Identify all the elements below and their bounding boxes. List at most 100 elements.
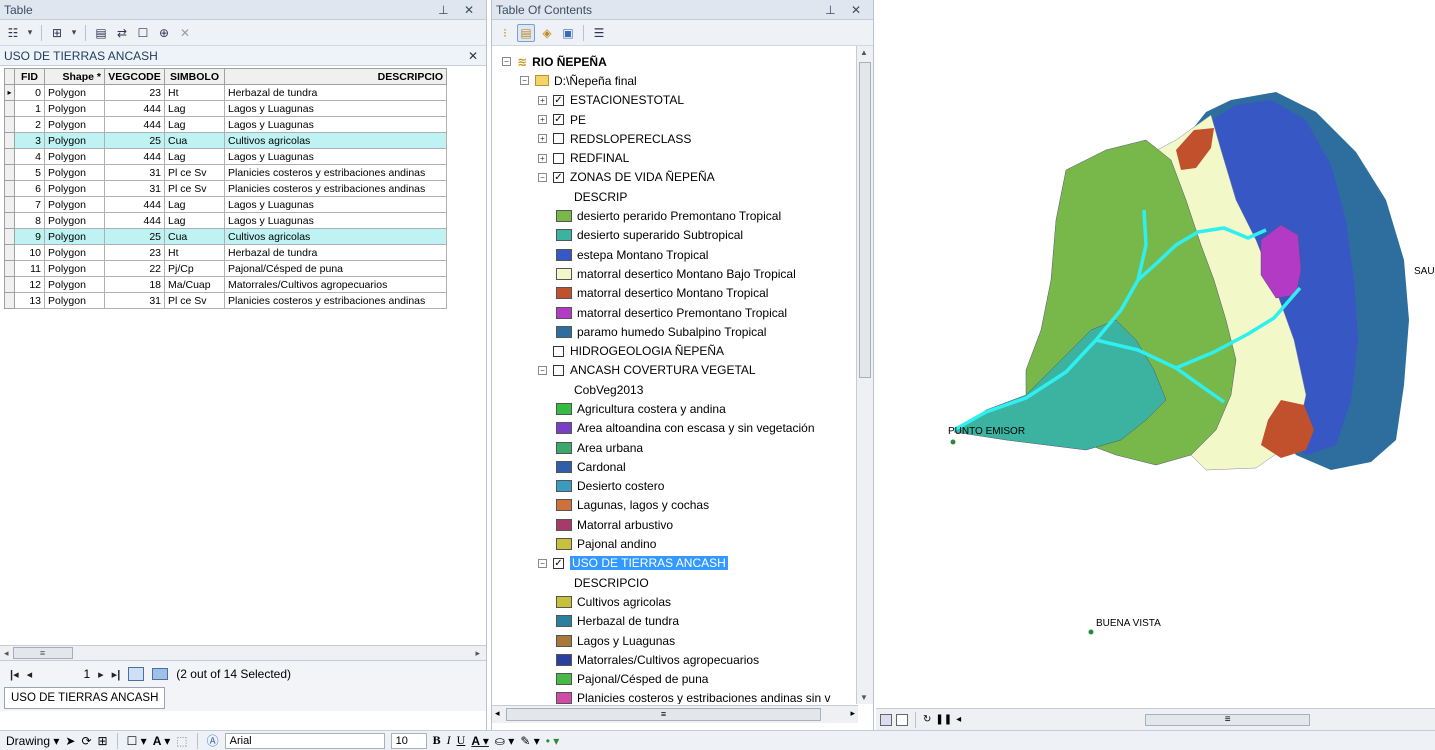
column-header-descripcio[interactable]: DESCRIPCIO <box>224 68 447 85</box>
toc-layer-item[interactable]: − ≋ RIO ÑEPEÑA <box>492 52 858 71</box>
cell-vegcode[interactable]: 25 <box>104 132 165 149</box>
cell-descripcio[interactable]: Planicies costeros y estribaciones andin… <box>224 180 447 197</box>
column-header-fid[interactable]: FID <box>14 68 45 85</box>
toc-layer-item[interactable]: + REDFINAL <box>492 148 858 167</box>
column-header-shape[interactable]: Shape * <box>44 68 105 85</box>
cell-shape[interactable]: Polygon <box>44 164 105 181</box>
cell-descripcio[interactable]: Lagos y Luagunas <box>224 212 447 229</box>
cell-vegcode[interactable]: 444 <box>104 148 165 165</box>
clear-selection-icon[interactable]: ☐ <box>134 24 152 42</box>
toc-label[interactable]: Planicies costeros y estribaciones andin… <box>577 691 830 704</box>
toc-label[interactable]: Agricultura costera y andina <box>577 402 726 416</box>
toc-label[interactable]: matorral desertico Montano Bajo Tropical <box>577 267 796 281</box>
cell-descripcio[interactable]: Lagos y Luagunas <box>224 148 447 165</box>
row-selector[interactable] <box>4 180 15 197</box>
cell-simbolo[interactable]: Pl ce Sv <box>164 180 225 197</box>
toc-label[interactable]: ANCASH COVERTURA VEGETAL <box>570 363 756 377</box>
table-row[interactable]: 3 Polygon 25 Cua Cultivos agricolas <box>4 132 447 149</box>
table-horizontal-scrollbar[interactable]: ◂ ≡ ▸ <box>0 645 486 661</box>
cell-shape[interactable]: Polygon <box>44 276 105 293</box>
cell-fid[interactable]: 4 <box>14 148 45 165</box>
expand-icon[interactable]: + <box>538 153 547 163</box>
switch-selection-icon[interactable]: ⇄ <box>113 24 131 42</box>
layer-visibility-checkbox[interactable]: ✓ <box>553 94 564 106</box>
last-record-button[interactable]: ▸| <box>112 668 121 681</box>
legend-class-item[interactable]: desierto superarido Subtropical <box>492 226 858 245</box>
pause-drawing-icon[interactable]: ❚❚ <box>935 714 952 725</box>
collapse-icon[interactable]: − <box>538 365 547 375</box>
list-by-source-icon[interactable]: ▤ <box>517 23 535 42</box>
cell-descripcio[interactable]: Lagos y Luagunas <box>224 100 447 117</box>
font-color-icon[interactable]: A ▾ <box>471 734 489 748</box>
table-row[interactable]: 2 Polygon 444 Lag Lagos y Luagunas <box>4 116 447 133</box>
marker-color-icon[interactable]: • ▾ <box>546 734 560 748</box>
toc-label[interactable]: Lagos y Luagunas <box>577 634 675 648</box>
cell-fid[interactable]: 6 <box>14 180 45 197</box>
toc-layer-item[interactable]: − ✓ USO DE TIERRAS ANCASH <box>492 554 858 573</box>
toc-label[interactable]: PE <box>570 113 586 127</box>
cell-shape[interactable]: Polygon <box>44 116 105 133</box>
cell-descripcio[interactable]: Matorrales/Cultivos agropecuarios <box>224 276 447 293</box>
cell-vegcode[interactable]: 25 <box>104 228 165 245</box>
toc-label[interactable]: matorral desertico Premontano Tropical <box>577 306 787 320</box>
toc-layer-item[interactable]: + ✓ PE <box>492 110 858 129</box>
toc-label[interactable]: matorral desertico Montano Tropical <box>577 286 768 300</box>
new-text-icon[interactable]: A ▾ <box>153 734 171 748</box>
toc-label[interactable]: D:\Ñepeña final <box>554 74 637 88</box>
close-icon[interactable]: ✕ <box>464 3 480 17</box>
cell-shape[interactable]: Polygon <box>44 260 105 277</box>
legend-class-item[interactable]: Area altoandina con escasa y sin vegetac… <box>492 419 858 438</box>
cell-fid[interactable]: 12 <box>14 276 45 293</box>
toc-label[interactable]: Matorral arbustivo <box>577 518 673 532</box>
toc-label[interactable]: USO DE TIERRAS ANCASH <box>570 556 728 571</box>
layer-visibility-checkbox[interactable]: ✓ <box>553 114 564 126</box>
cell-shape[interactable]: Polygon <box>44 196 105 213</box>
font-select[interactable]: Arial <box>224 732 385 749</box>
underline-button[interactable]: U <box>457 733 466 748</box>
row-selector[interactable] <box>4 212 15 229</box>
cell-vegcode[interactable]: 23 <box>104 84 165 101</box>
cell-vegcode[interactable]: 22 <box>104 260 165 277</box>
cell-shape[interactable]: Polygon <box>44 84 105 101</box>
cell-vegcode[interactable]: 444 <box>104 100 165 117</box>
legend-class-item[interactable]: Agricultura costera y andina <box>492 399 858 418</box>
legend-class-item[interactable]: Lagunas, lagos y cochas <box>492 496 858 515</box>
list-by-drawing-order-icon[interactable]: ⁝ <box>496 24 514 42</box>
list-by-selection-icon[interactable]: ▣ <box>559 24 577 42</box>
legend-class-item[interactable]: Desierto costero <box>492 477 858 496</box>
cell-descripcio[interactable]: Herbazal de tundra <box>224 84 447 101</box>
toc-label[interactable]: Cultivos agricolas <box>577 595 671 609</box>
data-view-icon[interactable] <box>880 713 892 726</box>
close-icon[interactable]: ✕ <box>851 3 867 17</box>
cell-fid[interactable]: 7 <box>14 196 45 213</box>
cell-descripcio[interactable]: Planicies costeros y estribaciones andin… <box>224 164 447 181</box>
legend-class-item[interactable]: Matorral arbustivo <box>492 515 858 534</box>
cell-fid[interactable]: 2 <box>14 116 45 133</box>
map-horizontal-scrollbar[interactable]: ≡ <box>1145 713 1311 726</box>
cell-fid[interactable]: 0 <box>14 84 45 101</box>
toc-label[interactable]: Herbazal de tundra <box>577 614 679 628</box>
table-options-icon[interactable]: ☷ <box>4 24 22 42</box>
pin-icon[interactable]: ⊥ <box>438 3 454 17</box>
row-selector[interactable] <box>4 132 15 149</box>
expand-icon[interactable]: + <box>538 115 547 125</box>
chevron-down-icon[interactable]: ▾ <box>69 24 79 42</box>
cell-fid[interactable]: 9 <box>14 228 45 245</box>
legend-class-item[interactable]: Cardonal <box>492 457 858 476</box>
toc-layer-item[interactable]: + ✓ ESTACIONESTOTAL <box>492 91 858 110</box>
cell-simbolo[interactable]: Lag <box>164 116 225 133</box>
cell-fid[interactable]: 11 <box>14 260 45 277</box>
fill-color-icon[interactable]: ⛀ ▾ <box>495 734 514 748</box>
cell-simbolo[interactable]: Cua <box>164 228 225 245</box>
legend-class-item[interactable]: estepa Montano Tropical <box>492 245 858 264</box>
toc-label[interactable]: ESTACIONESTOTAL <box>570 93 684 107</box>
refresh-icon[interactable]: ↻ <box>923 714 931 725</box>
toc-label[interactable]: Desierto costero <box>577 479 664 493</box>
font-size-select[interactable]: 10 <box>390 732 427 749</box>
toc-label[interactable]: Pajonal andino <box>577 537 656 551</box>
cell-fid[interactable]: 1 <box>14 100 45 117</box>
legend-class-item[interactable]: Pajonal andino <box>492 534 858 553</box>
cell-simbolo[interactable]: Lag <box>164 100 225 117</box>
cell-descripcio[interactable]: Pajonal/Césped de puna <box>224 260 447 277</box>
row-selector[interactable] <box>4 244 15 261</box>
